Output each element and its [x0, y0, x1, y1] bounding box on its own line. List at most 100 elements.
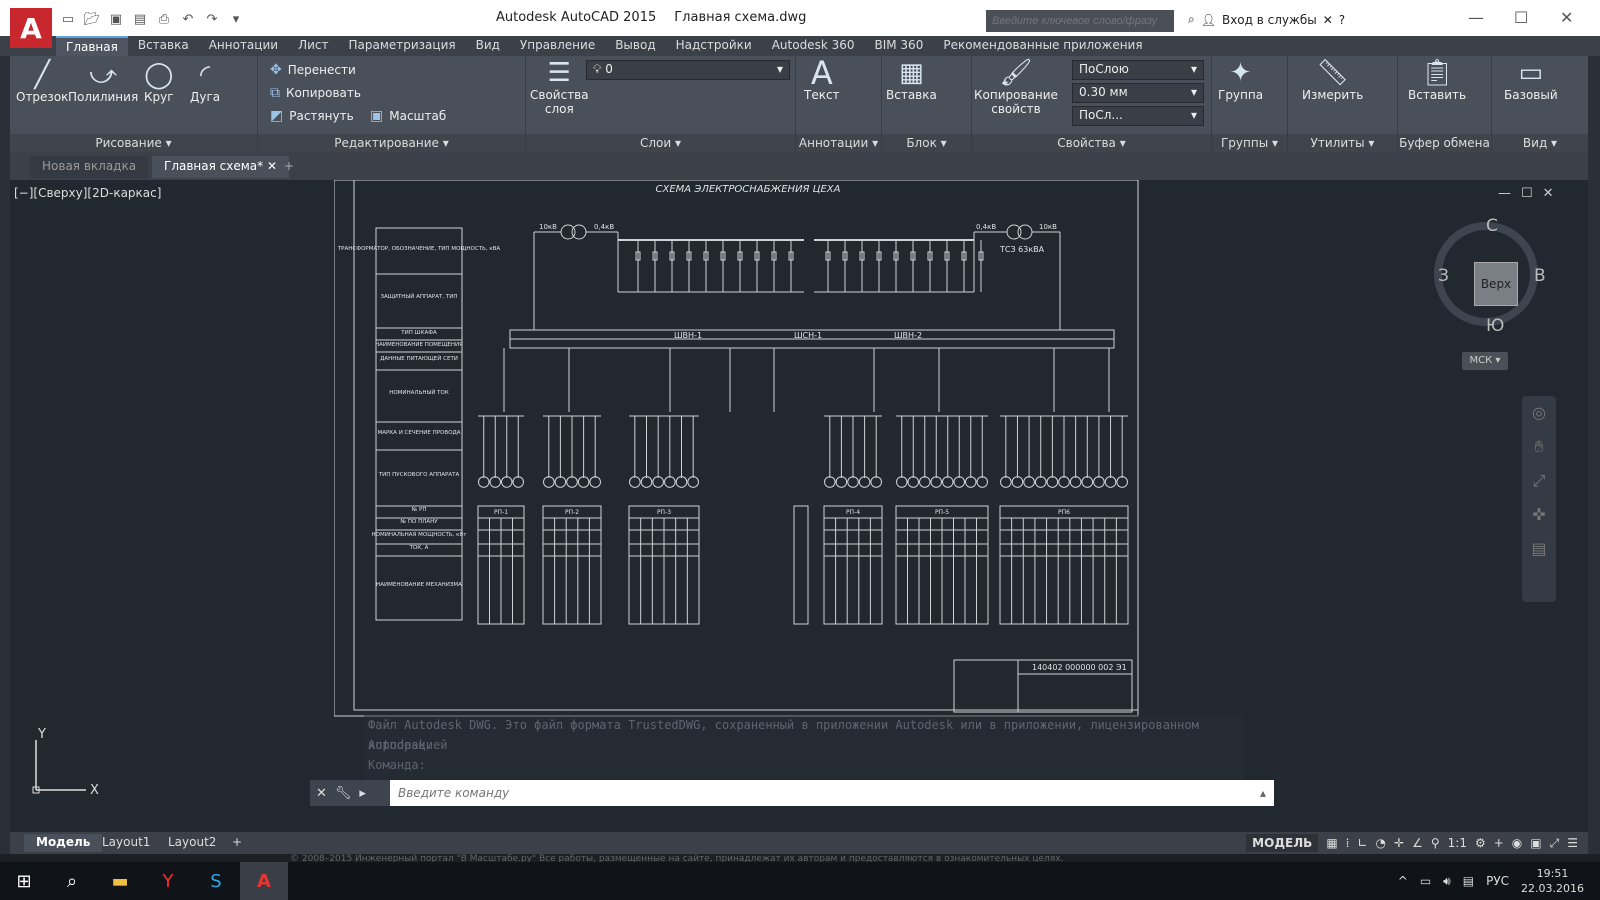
add-tab-button[interactable]: +: [278, 156, 300, 178]
viewcube-north[interactable]: С: [1486, 216, 1498, 236]
viewport-controls[interactable]: [−][Сверху][2D-каркас]: [14, 186, 161, 200]
autocad-taskbar-icon[interactable]: A: [240, 862, 288, 900]
layers-panel-title[interactable]: Слои ▾: [526, 134, 795, 152]
view-panel-title[interactable]: Вид ▾: [1492, 134, 1588, 152]
isolate-icon[interactable]: ◉: [1512, 836, 1522, 850]
navigation-bar[interactable]: ◎ ✋︎ ⤢ ✜ ▤: [1522, 396, 1556, 602]
grid-icon[interactable]: ▦: [1326, 836, 1337, 850]
arc-tool[interactable]: ◜ Дуга: [190, 60, 220, 104]
tab-insert[interactable]: Вставка: [128, 36, 199, 56]
exchange-icon[interactable]: ✕: [1323, 13, 1333, 27]
measure-tool[interactable]: 📏︎ Измерить: [1302, 58, 1363, 102]
group-tool[interactable]: ✦ Группа: [1218, 58, 1263, 102]
command-prompt-icon[interactable]: ▸: [359, 786, 366, 801]
model-space-toggle[interactable]: МОДЕЛЬ: [1246, 834, 1319, 852]
tab-new[interactable]: Новая вкладка: [30, 156, 149, 178]
showmotion-icon[interactable]: ▤: [1522, 532, 1556, 566]
paste-tool[interactable]: 📋︎ Вставить: [1408, 58, 1466, 102]
tab-featured-apps[interactable]: Рекомендованные приложения: [933, 36, 1152, 56]
tab-main-drawing[interactable]: Главная схема* ✕: [152, 156, 290, 178]
chevron-up-icon[interactable]: ^: [1398, 874, 1408, 888]
polar-icon[interactable]: ◔: [1376, 836, 1386, 850]
linetype-dropdown[interactable]: ПоСл... ▾: [1072, 106, 1204, 126]
tab-bim360[interactable]: BIM 360: [864, 36, 933, 56]
tab-view[interactable]: Вид: [466, 36, 510, 56]
line-tool[interactable]: ╱ Отрезок: [16, 60, 68, 104]
yandex-browser-icon[interactable]: Y: [144, 862, 192, 900]
tab-manage[interactable]: Управление: [510, 36, 605, 56]
tab-layout1[interactable]: Layout1: [90, 834, 162, 852]
viewport-window-controls[interactable]: —☐✕: [1498, 186, 1564, 201]
command-input[interactable]: [390, 780, 1252, 806]
circle-tool[interactable]: ◯ Круг: [144, 60, 174, 104]
save-icon[interactable]: ▣: [106, 10, 126, 28]
osnap-icon[interactable]: ✛: [1394, 836, 1404, 850]
viewcube-south[interactable]: Ю: [1486, 316, 1504, 336]
tab-parametric[interactable]: Параметризация: [338, 36, 465, 56]
plus-icon[interactable]: +: [1494, 836, 1504, 850]
annotation-panel-title[interactable]: Аннотации ▾: [796, 134, 881, 152]
minimize-button[interactable]: —: [1468, 8, 1484, 27]
tab-layout[interactable]: Лист: [288, 36, 338, 56]
draw-panel-title[interactable]: Рисование ▾: [10, 134, 257, 152]
signin-area[interactable]: ⌕ 👤︎ Вход в службы ✕?: [1188, 12, 1345, 27]
qa-dropdown-icon[interactable]: ▾: [226, 10, 246, 28]
close-button[interactable]: ✕: [1560, 8, 1573, 27]
chevron-up-icon[interactable]: ▴: [1252, 786, 1274, 800]
viewcube-east[interactable]: В: [1534, 266, 1546, 286]
network-icon[interactable]: ▭: [1420, 874, 1431, 888]
wcs-menu[interactable]: МСК ▾: [1462, 352, 1508, 370]
tab-home[interactable]: Главная: [56, 36, 128, 56]
binoculars-icon[interactable]: ⌕: [1188, 12, 1195, 27]
pan-hand-icon[interactable]: ✋︎: [1522, 430, 1556, 464]
fullscreen-icon[interactable]: ⤢: [1550, 836, 1560, 851]
open-file-icon[interactable]: 📂︎: [82, 10, 102, 28]
viewcube[interactable]: С Ю З В Верх: [1434, 216, 1546, 336]
move-tool[interactable]: ✥ Перенести: [270, 62, 356, 78]
ortho-icon[interactable]: ∟: [1357, 836, 1367, 850]
volume-icon[interactable]: 🔊︎: [1443, 874, 1451, 889]
undo-icon[interactable]: ↶: [178, 10, 198, 28]
otrack-icon[interactable]: ∠: [1412, 836, 1423, 850]
viewcube-top-face[interactable]: Верх: [1474, 262, 1518, 306]
insert-tool[interactable]: ▦ Вставка: [886, 58, 937, 102]
print-icon[interactable]: ⎙: [154, 10, 174, 28]
utilities-panel-title[interactable]: Утилиты ▾: [1288, 134, 1397, 152]
notifications-icon[interactable]: ▤: [1463, 874, 1474, 888]
hardware-accel-icon[interactable]: ▣: [1530, 836, 1541, 850]
annotation-scale[interactable]: 1:1: [1448, 836, 1467, 850]
copy-tool[interactable]: ⧉ Копировать: [270, 85, 361, 101]
tab-layout2[interactable]: Layout2: [156, 834, 228, 852]
polyline-tool[interactable]: ⤻ Полилиния: [68, 60, 138, 104]
tab-a360[interactable]: Autodesk 360: [762, 36, 865, 56]
tab-annotate[interactable]: Аннотации: [199, 36, 288, 56]
layer-dropdown[interactable]: 💡︎ 0 ▾: [586, 60, 790, 80]
windows-start-icon[interactable]: ⊞: [0, 862, 48, 900]
clock[interactable]: 19:51 22.03.2016: [1521, 866, 1584, 896]
tab-addins[interactable]: Надстройки: [666, 36, 762, 56]
new-file-icon[interactable]: ▭: [58, 10, 78, 28]
app-menu-button[interactable]: A: [10, 8, 52, 48]
viewcube-west[interactable]: З: [1438, 266, 1449, 286]
maximize-button[interactable]: ☐: [1514, 8, 1528, 27]
snap-icon[interactable]: ⁞: [1346, 836, 1350, 850]
properties-panel-title[interactable]: Свойства ▾: [972, 134, 1211, 152]
signin-label[interactable]: Вход в службы: [1222, 13, 1317, 27]
text-tool[interactable]: A Текст: [804, 57, 840, 102]
scale-tool[interactable]: ▣ Масштаб: [370, 108, 446, 124]
help-icon[interactable]: ?: [1339, 13, 1345, 27]
layer-properties-tool[interactable]: ☰ Свойства слоя: [530, 58, 589, 116]
block-panel-title[interactable]: Блок ▾: [882, 134, 971, 152]
gear-icon[interactable]: ⚙: [1475, 836, 1486, 850]
close-icon[interactable]: ✕: [267, 159, 277, 173]
annotation-icon[interactable]: ⚲: [1431, 836, 1440, 850]
drawing-area[interactable]: [−][Сверху][2D-каркас] —☐✕ СХЕМА ЭЛЕКТРО…: [10, 180, 1588, 832]
base-view-tool[interactable]: ▭ Базовый: [1504, 58, 1558, 102]
skype-icon[interactable]: S: [192, 862, 240, 900]
color-dropdown[interactable]: ПоСлою ▾: [1072, 60, 1204, 80]
wrench-icon[interactable]: 🔧︎: [335, 786, 352, 801]
match-properties-tool[interactable]: 🖌︎ Копирование свойств: [974, 58, 1058, 116]
zoom-extents-icon[interactable]: ⤢: [1522, 464, 1556, 498]
language-indicator[interactable]: РУС: [1486, 874, 1509, 888]
redo-icon[interactable]: ↷: [202, 10, 222, 28]
